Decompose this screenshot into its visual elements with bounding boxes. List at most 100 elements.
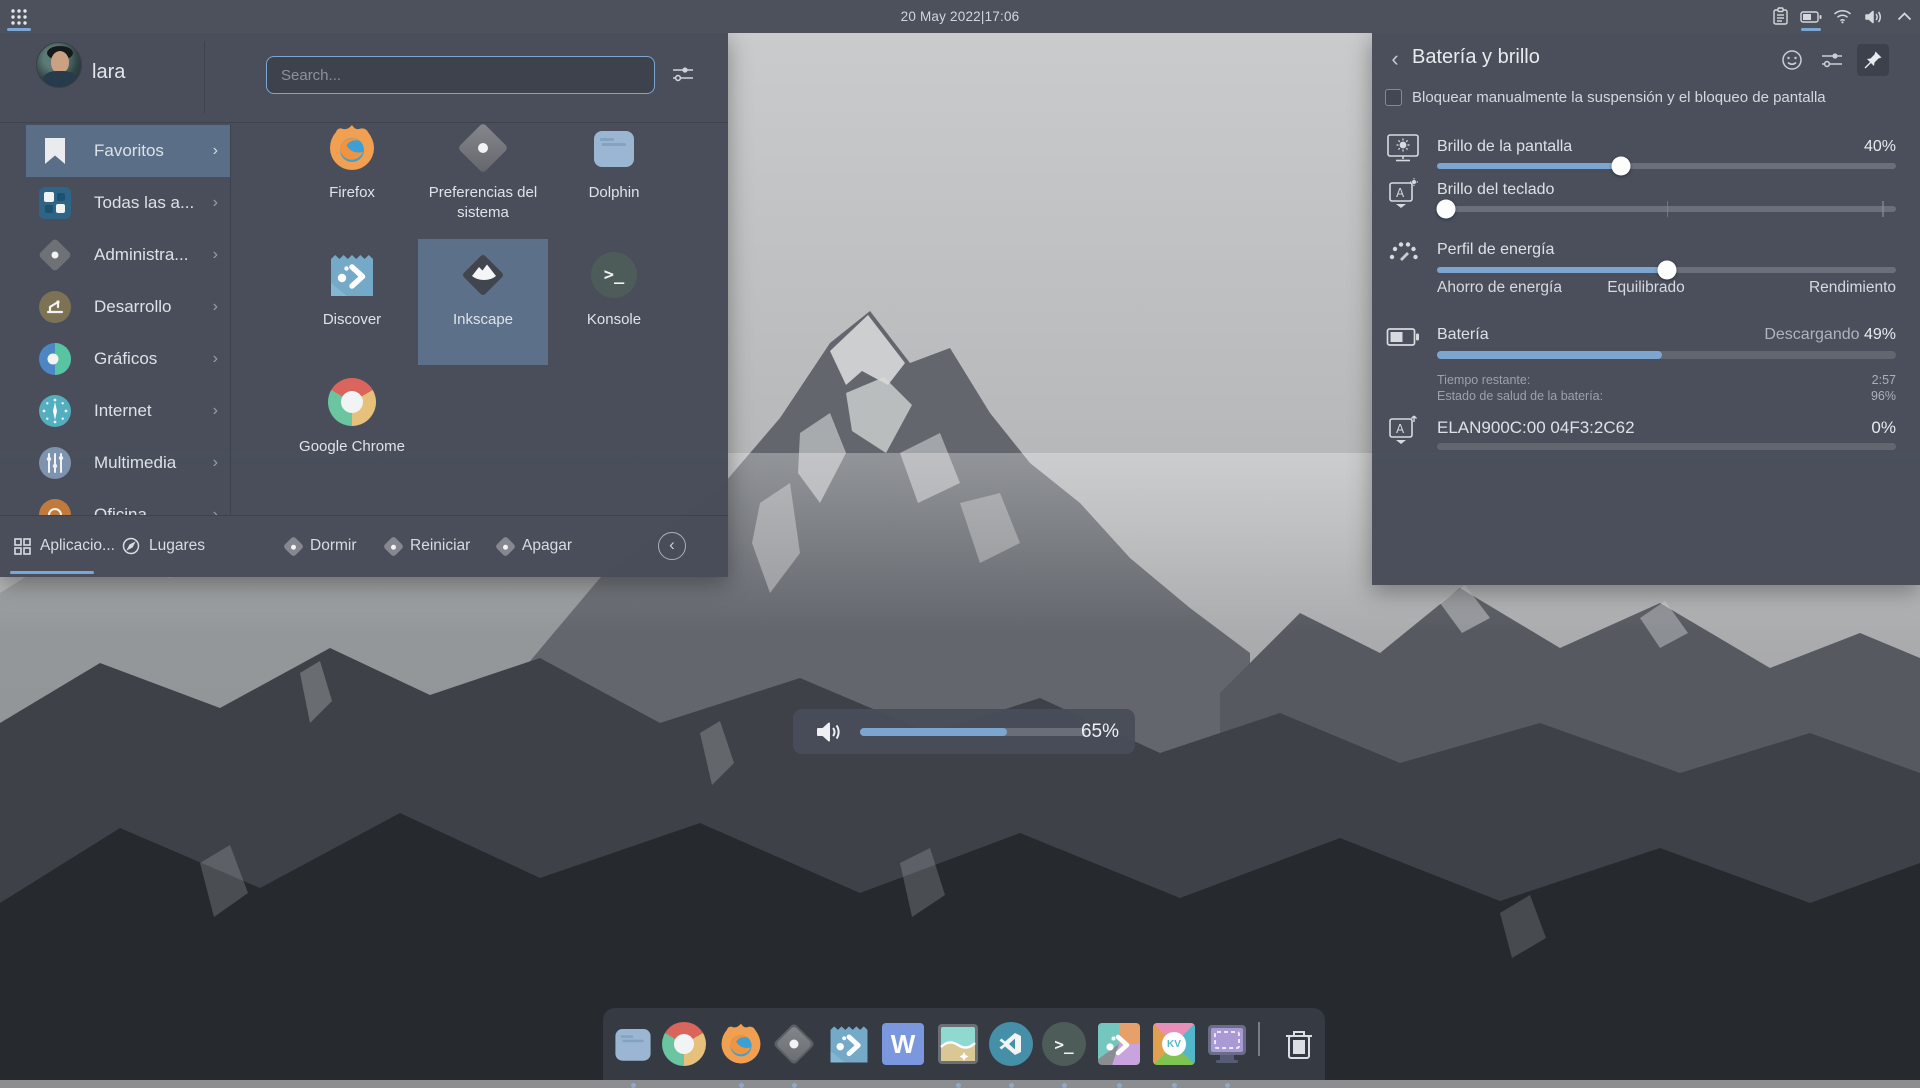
configure-sliders-icon[interactable] xyxy=(1816,44,1848,76)
device-label: ELAN900C:00 04F3:2C62 xyxy=(1437,418,1635,438)
sleep-button[interactable]: Dormir xyxy=(286,515,357,577)
profile-option-rendimiento[interactable]: Rendimiento xyxy=(1809,279,1896,297)
development-icon xyxy=(38,290,72,324)
sidebar-item-todas-las-aplicaciones[interactable]: Todas las a... › xyxy=(26,177,230,229)
search-input[interactable] xyxy=(266,56,655,94)
collapse-left-icon[interactable]: ‹ xyxy=(658,532,686,560)
checkbox-label: Bloquear manualmente la suspensión y el … xyxy=(1412,89,1826,106)
launcher-footer: Aplicacio... Lugares Dormir Reiniciar Ap… xyxy=(0,515,728,577)
top-panel: 20 May 2022|17:06 xyxy=(0,0,1920,33)
speaker-icon xyxy=(815,720,843,744)
pin-icon[interactable] xyxy=(1857,44,1889,76)
dock-item-dolphin[interactable] xyxy=(610,1021,656,1067)
screen-brightness-label: Brillo de la pantalla xyxy=(1437,138,1572,156)
vscode-icon xyxy=(989,1022,1033,1066)
slider-knob[interactable] xyxy=(1437,200,1456,219)
category-sidebar: Favoritos › Todas las a... › Administra.… xyxy=(0,125,230,515)
kvantum-icon: KV xyxy=(1153,1023,1195,1065)
all-apps-icon xyxy=(38,186,72,220)
lock-suspend-checkbox-row[interactable]: Bloquear manualmente la suspensión y el … xyxy=(1385,89,1826,106)
inkscape-icon xyxy=(457,249,509,301)
sidebar-item-desarrollo[interactable]: Desarrollo › xyxy=(26,281,230,333)
tab-label: Lugares xyxy=(149,537,205,555)
slider-knob[interactable] xyxy=(1611,157,1630,176)
expand-arrow-icon[interactable] xyxy=(1892,0,1916,33)
dock-separator xyxy=(1258,1022,1260,1056)
trash-icon xyxy=(1283,1027,1315,1061)
back-chevron-icon[interactable]: ‹ xyxy=(1382,46,1408,72)
dock-item-google-chrome[interactable] xyxy=(661,1021,707,1067)
sidebar-item-label: Administra... xyxy=(94,245,213,265)
sidebar-item-oficina[interactable]: Oficina › xyxy=(26,489,230,515)
app-firefox[interactable]: Firefox xyxy=(287,112,417,238)
app-google-chrome[interactable]: Google Chrome xyxy=(287,366,417,492)
restart-button[interactable]: Reiniciar xyxy=(386,515,470,577)
user-avatar[interactable] xyxy=(36,42,82,88)
sidebar-item-favoritos[interactable]: Favoritos › xyxy=(26,125,230,177)
chevron-right-icon: › xyxy=(213,506,218,515)
clipboard-icon[interactable] xyxy=(1768,0,1792,33)
app-label: Dolphin xyxy=(589,183,640,203)
dock-item-kde-color-app[interactable] xyxy=(1096,1021,1142,1067)
app-inkscape[interactable]: Inkscape xyxy=(418,239,548,365)
slider-tick xyxy=(1882,201,1884,217)
discover-icon xyxy=(827,1022,871,1066)
stylus-device-icon: A xyxy=(1384,411,1422,449)
dock-item-discover[interactable] xyxy=(826,1021,872,1067)
checkbox[interactable] xyxy=(1385,89,1402,106)
multimedia-icon xyxy=(38,446,72,480)
dock-item-vscode[interactable] xyxy=(988,1021,1034,1067)
tab-aplicaciones[interactable]: Aplicacio... xyxy=(14,515,115,577)
sidebar-item-internet[interactable]: Internet › xyxy=(26,385,230,437)
slider-knob[interactable] xyxy=(1657,261,1676,280)
dock-item-firefox[interactable] xyxy=(718,1021,764,1067)
app-label: Firefox xyxy=(329,183,375,203)
chevron-right-icon: › xyxy=(213,194,218,212)
shutdown-button[interactable]: Apagar xyxy=(498,515,572,577)
chevron-right-icon: › xyxy=(213,298,218,316)
tab-lugares[interactable]: Lugares xyxy=(122,515,205,577)
app-discover[interactable]: Discover xyxy=(287,239,417,365)
sidebar-item-label: Internet xyxy=(94,401,213,421)
panel-header: ‹ Batería y brillo xyxy=(1372,41,1920,81)
dock-item-konsole[interactable]: >_ xyxy=(1041,1021,1087,1067)
shutdown-icon xyxy=(495,535,516,556)
clock[interactable]: 20 May 2022|17:06 xyxy=(0,0,1920,33)
volume-icon[interactable] xyxy=(1861,0,1885,33)
user-name: lara xyxy=(92,61,125,84)
dock-item-gwenview[interactable] xyxy=(935,1021,981,1067)
device-progress-bar xyxy=(1437,443,1896,450)
volume-osd-bar xyxy=(860,728,1086,736)
chevron-right-icon: › xyxy=(213,350,218,368)
screen-brightness-slider[interactable] xyxy=(1437,163,1896,169)
dock: W >_ xyxy=(603,1008,1325,1080)
wifi-icon[interactable] xyxy=(1830,0,1854,33)
dock-item-system-settings[interactable] xyxy=(771,1021,817,1067)
app-label: Inkscape xyxy=(453,310,513,330)
filter-sliders-icon[interactable] xyxy=(668,57,698,91)
app-preferencias-del-sistema[interactable]: Preferencias del sistema xyxy=(418,112,548,238)
avatar-body xyxy=(43,71,77,88)
emoji-status-icon[interactable] xyxy=(1776,44,1808,76)
administration-icon xyxy=(38,238,72,272)
dock-item-word-processor[interactable]: W xyxy=(880,1021,926,1067)
sidebar-item-administracion[interactable]: Administra... › xyxy=(26,229,230,281)
virtual-machine-icon xyxy=(1205,1023,1249,1065)
sidebar-item-label: Desarrollo xyxy=(94,297,213,317)
tab-label: Aplicacio... xyxy=(40,537,115,555)
app-label: Google Chrome xyxy=(299,437,405,457)
keyboard-brightness-slider[interactable] xyxy=(1437,206,1896,212)
session-label: Dormir xyxy=(310,537,357,555)
dock-item-trash[interactable] xyxy=(1276,1021,1322,1067)
running-indicator xyxy=(1117,1083,1122,1088)
power-profile-slider[interactable] xyxy=(1437,267,1896,273)
dock-item-virtual-machine[interactable] xyxy=(1204,1021,1250,1067)
sidebar-item-multimedia[interactable]: Multimedia › xyxy=(26,437,230,489)
app-konsole[interactable]: >_ Konsole xyxy=(549,239,679,365)
sidebar-item-graficos[interactable]: Gráficos › xyxy=(26,333,230,385)
app-dolphin[interactable]: Dolphin xyxy=(549,112,679,238)
sidebar-divider xyxy=(230,125,231,515)
internet-icon xyxy=(38,394,72,428)
dock-item-kvantum[interactable]: KV xyxy=(1151,1021,1197,1067)
battery-icon[interactable] xyxy=(1799,0,1823,33)
